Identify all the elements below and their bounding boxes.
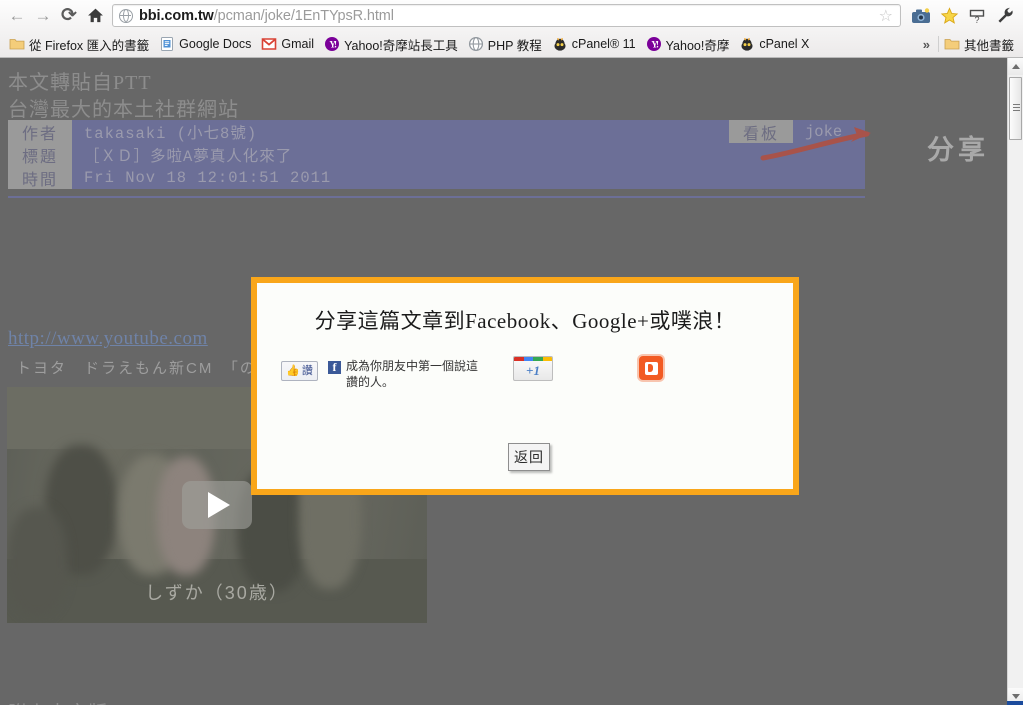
share-dialog: 分享這篇文章到Facebook、Google+或噗浪！ 👍 讚 f 成為你朋友中… (251, 277, 799, 495)
yahoo-icon: Y ! (325, 37, 340, 51)
ptt-source-line-1: 本文轉貼自PTT (8, 72, 152, 94)
play-button-icon[interactable] (182, 481, 252, 529)
bookmark-item-gmail[interactable]: Gmail (256, 34, 319, 54)
svg-text:?: ? (974, 15, 979, 25)
svg-text:!: ! (656, 40, 659, 50)
google-plus-one-label: +1 (526, 363, 540, 378)
back-button[interactable]: 返回 (508, 443, 550, 471)
bookmark-item-firefox-import[interactable]: 從 Firefox 匯入的書籤 (4, 33, 154, 56)
facebook-social-text: 成為你朋友中第一個說這讚的人。 (346, 359, 479, 390)
dialog-title: 分享這篇文章到Facebook、Google+或噗浪！ (314, 309, 736, 333)
bookmark-label: 從 Firefox 匯入的書籤 (29, 38, 150, 53)
page-scrollbar[interactable] (1007, 58, 1023, 705)
meta-key-title: 標題 (8, 143, 72, 167)
camera-icon[interactable] (907, 3, 935, 29)
facebook-f-icon: f (328, 361, 341, 374)
bookmark-item-php-tutorial[interactable]: PHP 教程 (463, 33, 547, 56)
bookmark-label: Yahoo!奇摩 (665, 38, 730, 53)
bookmark-label: 其他書籤 (963, 38, 1014, 53)
address-bar[interactable]: bbi.com.tw/pcman/joke/1EnTYpsR.html ☆ (112, 4, 901, 27)
folder-icon (944, 39, 960, 50)
meta-key-author: 作者 (8, 120, 72, 144)
navigation-toolbar: ← → ⟳ bbi.com.tw/pcman/joke/1EnTYpsR.htm… (0, 0, 1023, 31)
page-viewport: 本文轉貼自PTT 台灣最大的本土社群網站 作者 takasaki (小七8號) … (0, 58, 1007, 705)
facebook-like-label: 讚 (301, 364, 313, 377)
curved-arrow-icon (760, 127, 871, 161)
video-caption: しずか（30歳） (145, 583, 289, 603)
plurk-icon[interactable] (639, 356, 663, 380)
meta-value-title: ［ＸＤ］多啦A夢真人化來了 (84, 147, 293, 166)
yahoo-icon: Y ! (646, 37, 661, 51)
plurk-glyph (644, 361, 658, 375)
facebook-like-button[interactable]: 👍 讚 (281, 361, 318, 381)
scroll-down-triangle (1011, 694, 1020, 699)
globe-icon (468, 36, 483, 52)
youtube-link-top[interactable]: http://www.youtube.com (8, 328, 208, 350)
bookmark-item-yahoo-webmaster[interactable]: Y ! Yahoo!奇摩站長工具 (319, 33, 463, 56)
bookmarks-overflow-button[interactable]: » (915, 37, 938, 52)
post-meta-row-time: 時間 Fri Nov 18 12:01:51 2011 (8, 166, 865, 190)
bookmark-label: Google Docs (179, 37, 252, 51)
scroll-up-arrow-icon[interactable] (1008, 58, 1023, 75)
site-globe-icon (119, 8, 133, 23)
browser-chrome: ← → ⟳ bbi.com.tw/pcman/joke/1EnTYpsR.htm… (0, 0, 1023, 58)
scroll-up-triangle (1011, 64, 1020, 69)
cpanel-icon (741, 37, 753, 51)
scrollbar-grip (1013, 104, 1020, 111)
address-bar-url: bbi.com.tw/pcman/joke/1EnTYpsR.html (139, 8, 394, 24)
bookmark-label: Gmail (281, 37, 315, 51)
post-meta-divider (8, 196, 865, 198)
window-bottom-accent (1007, 701, 1023, 705)
cpanel-icon (554, 37, 566, 51)
ptt-source-line-2: 台灣最大的本土社群網站 (8, 99, 239, 121)
address-bar-domain: bbi.com.tw (139, 7, 214, 24)
gmail-icon (262, 38, 277, 50)
video-japanese-title: トヨタ ドラえもん新CM 「の (16, 360, 257, 377)
post-meta-row-author: 作者 takasaki (小七8號) 看板 joke (8, 120, 865, 144)
bookmark-label: Yahoo!奇摩站長工具 (344, 38, 458, 53)
bookmark-label: PHP 教程 (487, 38, 542, 53)
reload-icon[interactable]: ⟳ (56, 3, 82, 29)
meta-value-time: Fri Nov 18 12:01:51 2011 (84, 168, 332, 187)
home-icon[interactable] (82, 3, 108, 29)
address-bar-path: /pcman/joke/1EnTYpsR.html (213, 7, 394, 24)
forward-arrow-icon[interactable]: → (30, 3, 56, 29)
google-plus-one-button[interactable]: +1 (513, 356, 553, 381)
wrench-icon[interactable] (991, 3, 1019, 29)
bookmark-item-other-bookmarks[interactable]: 其他書籤 (939, 33, 1019, 56)
play-triangle (208, 492, 230, 518)
thumbs-up-icon: 👍 (286, 364, 300, 377)
help-box-icon[interactable]: ? (963, 3, 991, 29)
bookmark-label: cPanel X (759, 37, 810, 51)
svg-text:!: ! (334, 40, 337, 50)
share-callout: 分享 (759, 118, 989, 170)
folder-icon (9, 39, 25, 50)
bookmark-item-yahoo[interactable]: Y ! Yahoo!奇摩 (641, 33, 735, 56)
bookmark-star-icon[interactable]: ☆ (876, 6, 896, 26)
chinese-version-label: 附上中文版 (8, 698, 108, 705)
meta-value-author: takasaki (小七8號) (84, 124, 258, 143)
share-label: 分享 (927, 135, 989, 165)
bookmark-item-cpanel-x[interactable]: cPanel X (734, 34, 814, 54)
bookmarks-bar: 從 Firefox 匯入的書籤 Google Docs Gmail Y ! Ya… (0, 31, 1023, 57)
chinese-version-line: 附上中文版 http://www.youtube.com/watch?v=7qU… (8, 698, 563, 705)
post-meta-row-title: 標題 ［ＸＤ］多啦A夢真人化來了 (8, 143, 865, 167)
bookmark-label: cPanel® 11 (571, 37, 636, 51)
bookmark-item-google-docs[interactable]: Google Docs (154, 34, 256, 54)
scrollbar-thumb[interactable] (1009, 77, 1022, 140)
back-arrow-icon[interactable]: ← (4, 3, 30, 29)
meta-key-time: 時間 (8, 166, 72, 190)
star-icon[interactable] (935, 3, 963, 29)
social-buttons-row: 👍 讚 f 成為你朋友中第一個說這讚的人。 +1 (281, 356, 781, 400)
bookmark-item-cpanel-11[interactable]: cPanel® 11 (547, 34, 641, 54)
google-docs-icon (161, 37, 174, 51)
